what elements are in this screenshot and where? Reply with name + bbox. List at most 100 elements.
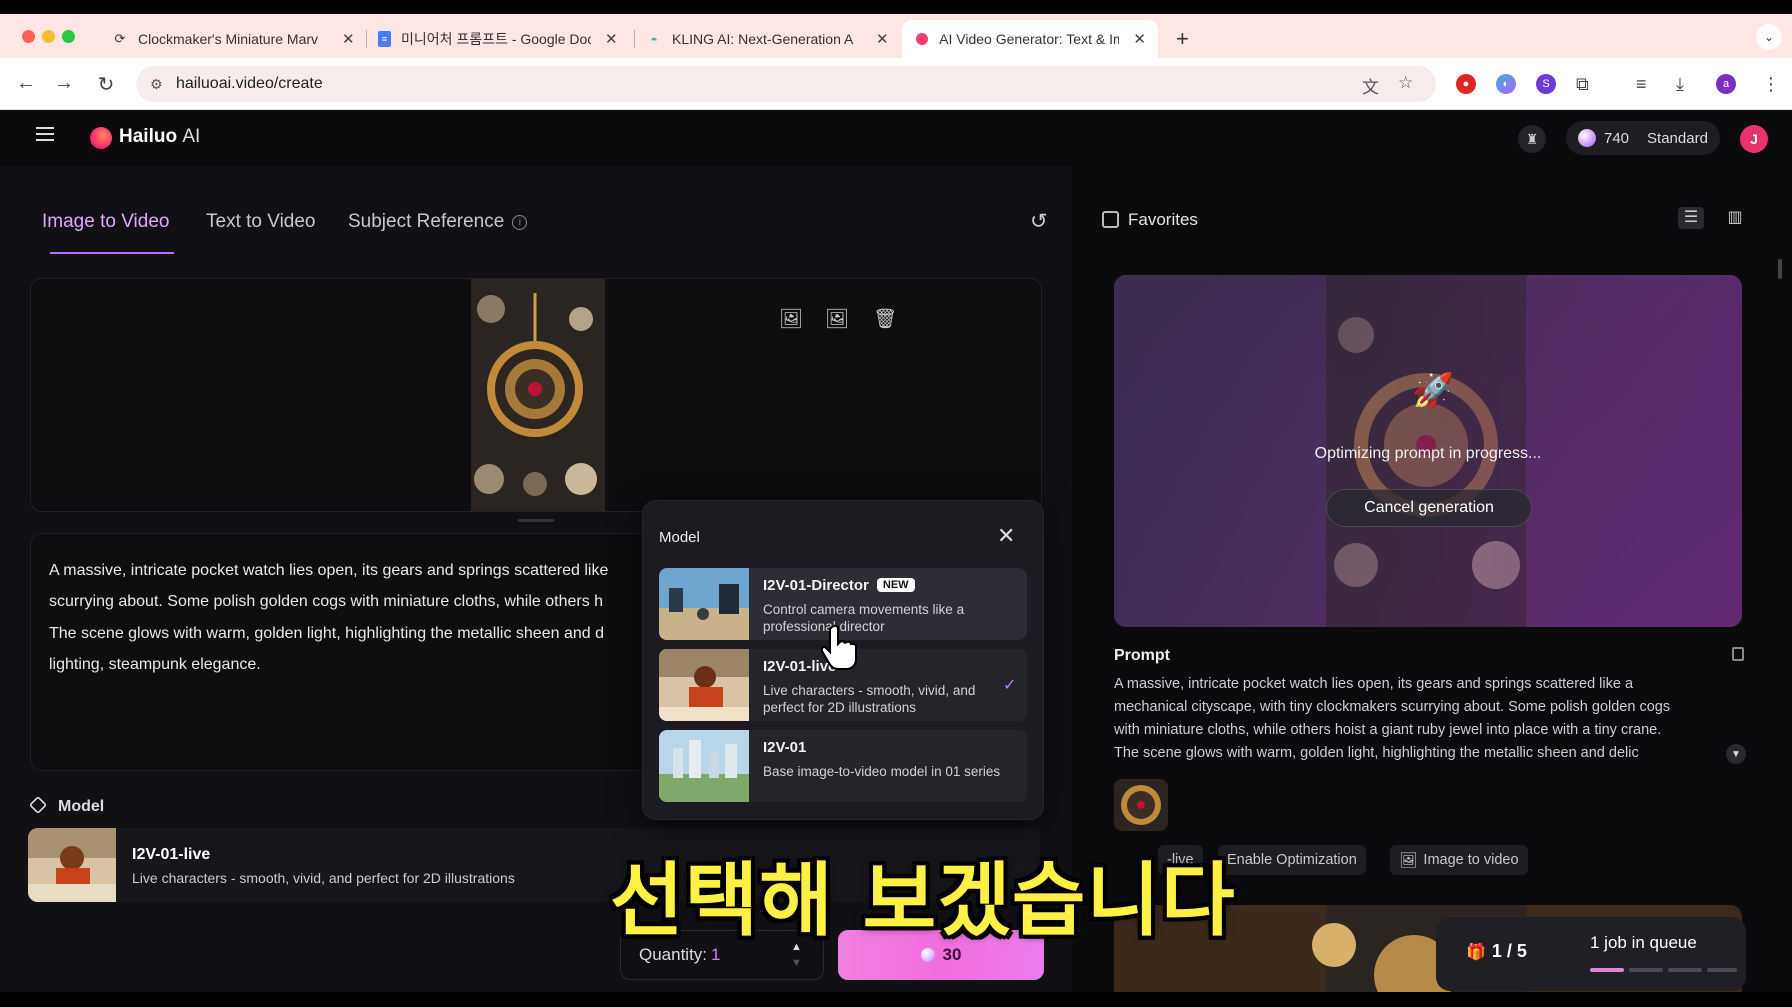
- model-option-thumbnail: [659, 730, 749, 802]
- model-section-label: Model: [58, 798, 105, 815]
- browser-tab-2[interactable]: ≡ 미니어처 프롬프트 - Google Doc ✕: [366, 20, 630, 58]
- credit-count: 740: [1604, 129, 1630, 147]
- brand-logo[interactable]: Hailuo AI: [119, 126, 200, 148]
- address-bar[interactable]: ⚙ hailuoai.video/create 文 ☆: [136, 66, 1436, 102]
- prompt-line: The scene glows with warm, golden light,…: [49, 625, 604, 642]
- tab-label: Subject Reference: [348, 211, 505, 232]
- queue-count: 🎁 1 / 5: [1466, 941, 1527, 962]
- replace-image-icon[interactable]: 🖼: [779, 307, 803, 331]
- bookmark-star-icon[interactable]: ☆: [1398, 73, 1413, 93]
- result-prompt-line: mechanical cityscape, with tiny clockmak…: [1114, 699, 1671, 715]
- minimize-window-button[interactable]: [42, 30, 55, 43]
- tab-title: AI Video Generator: Text & Im: [939, 31, 1120, 47]
- app-header: Hailuo AI ♜ 740 Standard J: [0, 111, 1792, 167]
- download-icon[interactable]: ⤓: [1676, 74, 1684, 95]
- close-window-button[interactable]: [22, 30, 35, 43]
- hailuo-logo-icon: [90, 127, 112, 149]
- close-tab-icon[interactable]: ✕: [876, 30, 889, 48]
- model-option-description: Control camera movements like a professi…: [763, 602, 965, 634]
- close-tab-icon[interactable]: ✕: [605, 30, 618, 48]
- favorites-label[interactable]: Favorites: [1128, 210, 1198, 230]
- profile-avatar[interactable]: a: [1716, 74, 1736, 94]
- image-upload-area[interactable]: 🖼 🖼 🗑: [30, 278, 1042, 512]
- cancel-generation-button[interactable]: Cancel generation: [1326, 489, 1532, 527]
- list-view-icon[interactable]: ☰: [1678, 207, 1704, 229]
- rocket-icon: 🚀: [1412, 372, 1455, 410]
- extensions-puzzle-icon[interactable]: ⧉: [1576, 74, 1589, 95]
- new-badge: NEW: [876, 578, 915, 592]
- reload-icon[interactable]: ↻: [94, 72, 118, 97]
- browser-toolbar: ← → ↻ ⚙ hailuoai.video/create 文 ☆: [0, 58, 1792, 110]
- model-option-thumbnail: [659, 568, 749, 640]
- expand-chevron-icon[interactable]: ▼: [1726, 744, 1746, 764]
- prompt-heading: Prompt: [1114, 647, 1170, 664]
- result-prompt-line: A massive, intricate pocket watch lies o…: [1114, 676, 1634, 692]
- mode-chip-label: Image to video: [1423, 852, 1519, 868]
- queue-status: 1 job in queue: [1590, 933, 1697, 952]
- queue-progress-segment: [1707, 968, 1737, 972]
- notification-bell-icon[interactable]: ♜: [1518, 125, 1546, 153]
- option-name-text: I2V-01-Director: [763, 577, 869, 594]
- trash-icon[interactable]: 🗑: [873, 307, 897, 331]
- mode-chip: 🖼 Image to video: [1390, 845, 1528, 875]
- info-icon[interactable]: i: [512, 215, 528, 230]
- resize-handle[interactable]: [518, 519, 554, 522]
- model-option-name: I2V-01: [763, 739, 807, 756]
- browser-tab-1[interactable]: ⟳ Clockmaker's Miniature Marv ✕: [100, 20, 367, 58]
- model-option-name: I2V-01-Director NEW: [763, 577, 915, 594]
- forward-icon[interactable]: →: [52, 72, 76, 95]
- new-tab-icon[interactable]: +: [1176, 26, 1189, 52]
- model-option-description: Live characters - smooth, vivid, and per…: [763, 683, 976, 715]
- close-tab-icon[interactable]: ✕: [1133, 30, 1146, 48]
- maximize-window-button[interactable]: [62, 30, 75, 43]
- back-icon[interactable]: ←: [14, 72, 38, 95]
- browser-menu-icon[interactable]: ⋮: [1762, 74, 1780, 95]
- tab-text-to-video[interactable]: Text to Video: [206, 211, 316, 233]
- browser-tab-4-active[interactable]: AI Video Generator: Text & Im ✕: [902, 20, 1158, 58]
- tab-subject-reference[interactable]: Subject Reference i: [348, 211, 528, 233]
- close-tab-icon[interactable]: ✕: [342, 30, 355, 48]
- media-queue-icon[interactable]: ≡: [1636, 74, 1647, 95]
- brand-suffix: AI: [182, 126, 201, 147]
- credits-pill[interactable]: 740 Standard: [1566, 121, 1720, 155]
- url-text[interactable]: hailuoai.video/create: [176, 75, 323, 93]
- model-option-thumbnail: [659, 649, 749, 721]
- cube-icon: [28, 795, 48, 815]
- queue-progress-segment: [1590, 968, 1624, 972]
- queue-progress-segment: [1629, 968, 1663, 972]
- model-section-heading: Model: [28, 795, 105, 816]
- reset-icon[interactable]: ↺: [1030, 209, 1048, 234]
- browser-window: ⟳ Clockmaker's Miniature Marv ✕ ≡ 미니어처 프…: [0, 14, 1792, 992]
- user-avatar[interactable]: J: [1740, 125, 1768, 153]
- site-settings-icon[interactable]: ⚙: [150, 76, 163, 93]
- edit-image-icon[interactable]: 🖼: [825, 307, 849, 331]
- tab-search-icon[interactable]: ⌄: [1756, 24, 1782, 50]
- translate-icon[interactable]: 文: [1362, 73, 1379, 98]
- uploaded-image: [471, 279, 605, 511]
- brand-name: Hailuo: [119, 126, 178, 147]
- optimization-chip: Enable Optimization: [1218, 845, 1366, 875]
- extension-color-icon[interactable]: ◐: [1496, 74, 1516, 94]
- extension-record-icon[interactable]: ●: [1456, 74, 1476, 94]
- decrement-icon[interactable]: ▼: [791, 957, 802, 969]
- close-icon[interactable]: ✕: [997, 523, 1015, 549]
- extension-s-icon[interactable]: S: [1536, 74, 1556, 94]
- selected-model-name: I2V-01-live: [132, 846, 211, 863]
- browser-tab-3[interactable]: ◓ KLING AI: Next-Generation A ✕: [634, 20, 901, 58]
- refresh-spinner-icon: ⟳: [114, 31, 126, 46]
- tab-image-to-video[interactable]: Image to Video: [42, 211, 169, 233]
- video-caption: 선택해 보겠습니다: [610, 854, 1236, 947]
- copy-icon[interactable]: [1732, 647, 1744, 661]
- scrollbar[interactable]: [1778, 259, 1782, 279]
- job-queue-widget[interactable]: 🎁 1 / 5 1 job in queue: [1436, 917, 1746, 991]
- favorites-checkbox[interactable]: [1102, 211, 1119, 228]
- prompt-line: A massive, intricate pocket watch lies o…: [49, 562, 609, 579]
- screen: ⟳ Clockmaker's Miniature Marv ✕ ≡ 미니어처 프…: [0, 0, 1792, 1007]
- result-prompt-line: The scene glows with warm, golden light,…: [1114, 745, 1639, 761]
- reference-image-thumbnail[interactable]: [1114, 779, 1168, 831]
- gift-icon: 🎁: [1466, 944, 1486, 961]
- active-tab-indicator: [50, 252, 174, 254]
- model-option-base[interactable]: I2V-01 Base image-to-video model in 01 s…: [659, 730, 1027, 802]
- menu-icon[interactable]: [36, 127, 54, 141]
- split-view-icon[interactable]: ▥: [1722, 207, 1748, 229]
